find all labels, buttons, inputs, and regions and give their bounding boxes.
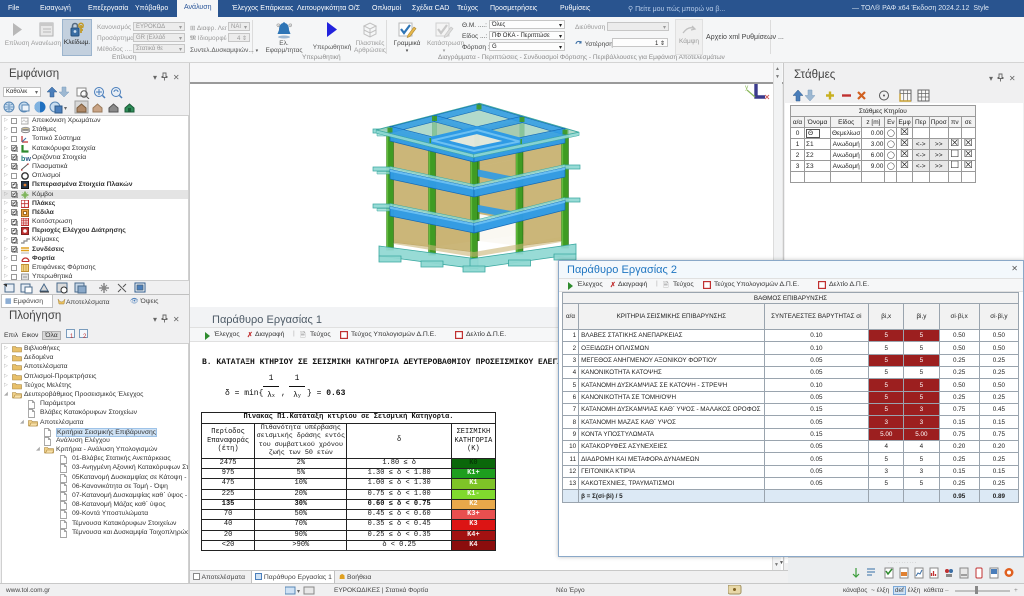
svg-text:w: w xyxy=(25,156,32,162)
svg-text:▾: ▾ xyxy=(64,106,67,112)
svg-text:y: y xyxy=(745,84,749,91)
svg-text:⚙: ⚙ xyxy=(276,23,281,29)
svg-text:⚙: ⚙ xyxy=(288,23,293,29)
svg-text:▾: ▾ xyxy=(297,589,300,595)
